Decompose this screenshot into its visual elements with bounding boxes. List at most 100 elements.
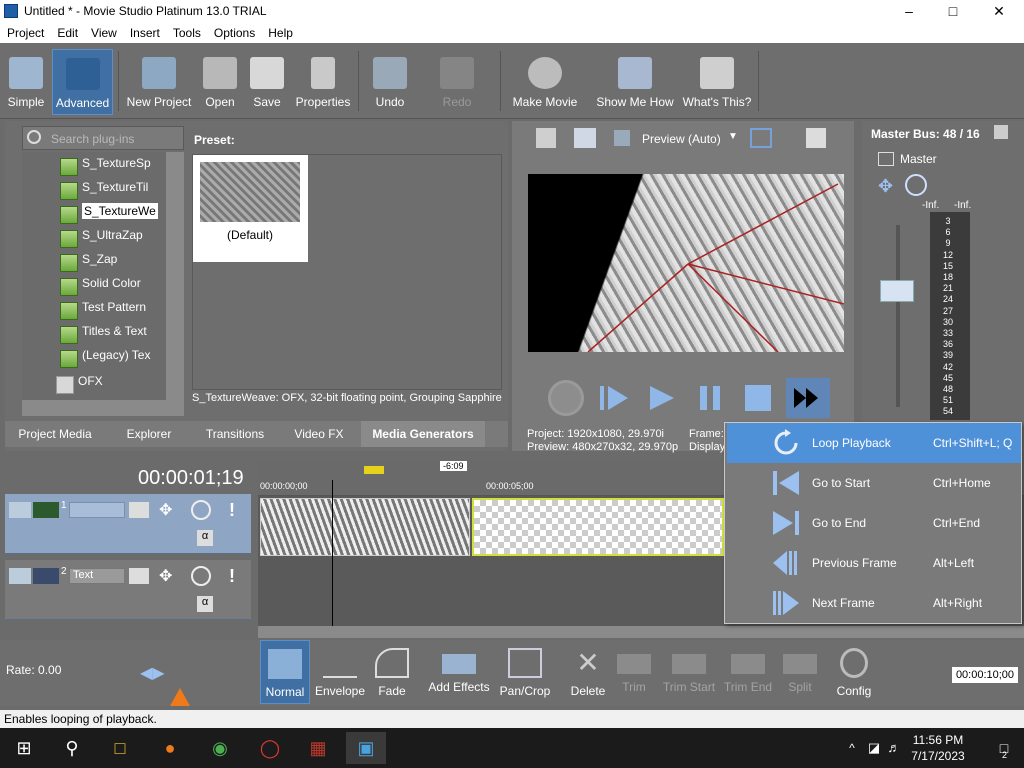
properties-button[interactable]: Properties <box>293 49 353 115</box>
rate-slider[interactable]: ◀▶ <box>140 663 184 682</box>
trim-button[interactable]: Trim <box>614 640 654 704</box>
composite-icon[interactable] <box>129 502 149 518</box>
tab-explorer[interactable]: Explorer <box>109 421 189 447</box>
simple-mode-button[interactable]: Simple <box>3 49 49 115</box>
menu-options[interactable]: Options <box>207 23 261 40</box>
minimize-button[interactable]: – <box>886 0 932 23</box>
plugin-tree[interactable]: S_TextureSp S_TextureTil S_TextureWe S_U… <box>22 152 184 400</box>
file-explorer-icon[interactable]: □ <box>100 732 140 764</box>
redo-button[interactable]: Redo <box>432 49 482 115</box>
preview-properties-icon[interactable] <box>536 128 556 148</box>
chrome-icon[interactable]: ◉ <box>200 732 240 764</box>
menu-item-loop-playback[interactable]: Loop Playback Ctrl+Shift+L; Q <box>727 423 1021 463</box>
loop-region-handle[interactable] <box>364 466 384 474</box>
movie-studio-taskbar-icon[interactable]: ▣ <box>346 732 386 764</box>
timeline-scrollbar[interactable] <box>258 626 1024 638</box>
track-name-field[interactable]: Text <box>69 568 125 584</box>
menu-tools[interactable]: Tools <box>166 23 207 40</box>
external-monitor-icon[interactable] <box>574 128 596 148</box>
tree-item-selected[interactable]: S_TextureWe <box>60 203 158 226</box>
add-effects-button[interactable]: Add Effects <box>426 640 492 704</box>
close-button[interactable]: ✕ <box>976 0 1022 23</box>
split-button[interactable]: Split <box>780 640 820 704</box>
mute-icon[interactable] <box>905 174 927 196</box>
mute-icon[interactable] <box>191 566 211 586</box>
master-bus-icon[interactable] <box>994 125 1008 139</box>
make-movie-button[interactable]: Make Movie <box>509 49 581 115</box>
menu-item-go-to-end[interactable]: Go to End Ctrl+End <box>727 503 1021 543</box>
move-icon[interactable]: ✥ <box>159 500 179 520</box>
menu-project[interactable]: Project <box>0 23 50 40</box>
tree-item[interactable]: S_UltraZap <box>60 228 143 250</box>
stop-button[interactable] <box>740 380 776 416</box>
solo-icon[interactable]: ! <box>229 500 235 521</box>
menu-view[interactable]: View <box>84 23 123 40</box>
tree-folder-ofx[interactable]: OFX <box>56 374 103 396</box>
master-fader-track[interactable] <box>896 225 900 407</box>
tab-media-generators[interactable]: Media Generators <box>361 421 485 447</box>
undo-button[interactable]: Undo <box>367 49 413 115</box>
record-app-icon[interactable]: ◯ <box>250 732 290 764</box>
more-transport-button[interactable] <box>786 378 830 418</box>
rate-slider-handle[interactable] <box>170 688 190 706</box>
trim-end-button[interactable]: Trim End <box>722 640 774 704</box>
master-fader-handle[interactable] <box>880 280 914 302</box>
taskbar-clock[interactable]: 11:56 PM 7/17/2023 <box>900 732 976 764</box>
maximize-button[interactable]: □ <box>930 0 976 23</box>
open-button[interactable]: Open <box>200 49 240 115</box>
start-button[interactable]: ⊞ <box>4 732 44 764</box>
menu-item-previous-frame[interactable]: Previous Frame Alt+Left <box>727 543 1021 583</box>
menu-item-next-frame[interactable]: Next Frame Alt+Right <box>727 583 1021 623</box>
firefox-icon[interactable]: ● <box>150 732 190 764</box>
master-fx-icon[interactable] <box>878 152 894 166</box>
whats-this-button[interactable]: What's This? <box>682 49 752 115</box>
tab-project-media[interactable]: Project Media <box>5 421 105 447</box>
play-button[interactable] <box>644 380 680 416</box>
search-icon[interactable]: ⚲ <box>52 732 92 764</box>
tree-scrollbar[interactable] <box>166 152 184 400</box>
config-button[interactable]: Config <box>832 640 876 704</box>
chevron-down-icon[interactable]: ▼ <box>728 131 738 142</box>
play-from-start-button[interactable] <box>596 380 632 416</box>
archive-app-icon[interactable]: ▦ <box>298 732 338 764</box>
trim-start-button[interactable]: Trim Start <box>660 640 718 704</box>
new-project-button[interactable]: New Project <box>125 49 193 115</box>
split-screen-icon[interactable] <box>614 130 630 146</box>
video-clip[interactable] <box>260 498 470 556</box>
tree-item[interactable]: Test Pattern <box>60 300 146 322</box>
tree-item[interactable]: Titles & Text <box>60 324 147 346</box>
pause-button[interactable] <box>692 380 728 416</box>
menu-help[interactable]: Help <box>261 23 299 40</box>
advanced-mode-button[interactable]: Advanced <box>52 49 113 115</box>
fade-tool[interactable]: Fade <box>370 640 414 704</box>
track-list-icon[interactable] <box>9 502 31 518</box>
pan-crop-button[interactable]: Pan/Crop <box>498 640 552 704</box>
track-list-icon[interactable] <box>9 568 31 584</box>
move-icon[interactable]: ✥ <box>159 566 179 586</box>
alpha-icon[interactable]: α <box>197 596 213 612</box>
tree-item[interactable]: Solid Color <box>60 276 141 298</box>
plugin-search-input[interactable]: Search plug-ins <box>22 126 184 150</box>
tree-item[interactable]: S_Zap <box>60 252 117 274</box>
mute-icon[interactable] <box>191 500 211 520</box>
show-me-how-button[interactable]: Show Me How <box>594 49 676 115</box>
menu-item-go-to-start[interactable]: Go to Start Ctrl+Home <box>727 463 1021 503</box>
track-header-text-2[interactable]: 2 Text ✥ ! α <box>5 560 251 620</box>
copy-snapshot-icon[interactable] <box>806 128 826 148</box>
tab-transitions[interactable]: Transitions <box>193 421 277 447</box>
tree-item[interactable]: S_TextureTil <box>60 180 148 202</box>
delete-button[interactable]: ✕ Delete <box>566 640 610 704</box>
alpha-icon[interactable]: α <box>197 530 213 546</box>
menu-edit[interactable]: Edit <box>50 23 84 40</box>
envelope-tool[interactable]: Envelope <box>314 640 366 704</box>
tree-hscrollbar[interactable] <box>22 400 184 416</box>
text-clip[interactable] <box>472 498 724 556</box>
solo-icon[interactable]: ! <box>229 566 235 587</box>
track-name-field[interactable] <box>69 502 125 518</box>
normal-edit-tool[interactable]: Normal <box>260 640 310 704</box>
track-header-video-1[interactable]: 1 ✥ ! α <box>5 494 251 554</box>
save-button[interactable]: Save <box>248 49 286 115</box>
playhead-cursor[interactable] <box>332 480 333 626</box>
preview-quality-dropdown[interactable]: Preview (Auto) <box>642 132 721 146</box>
record-button[interactable] <box>548 380 584 416</box>
